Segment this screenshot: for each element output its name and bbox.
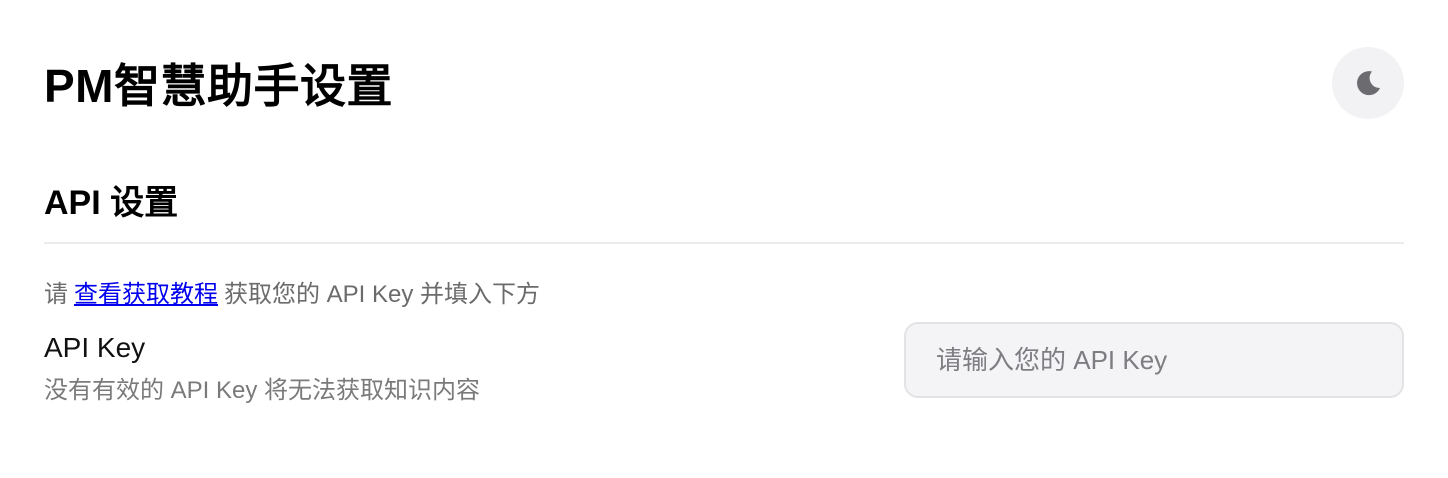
settings-page: PM智慧助手设置 API 设置 请查看获取教程 获取您的 API Key 并填入下…: [0, 0, 1448, 478]
hint-prefix: 请: [44, 281, 68, 308]
moon-icon: [1357, 71, 1380, 96]
api-key-field-row: API Key 没有有效的 API Key 将无法获取知识内容: [44, 322, 1404, 406]
api-key-description: 没有有效的 API Key 将无法获取知识内容: [44, 377, 481, 404]
api-key-label: API Key: [44, 332, 146, 363]
api-key-field-text: API Key 没有有效的 API Key 将无法获取知识内容: [44, 330, 480, 406]
section-title: API 设置: [44, 184, 179, 222]
tutorial-link[interactable]: 查看获取教程: [74, 281, 218, 308]
section-divider: [44, 242, 1404, 244]
api-settings-section: API 设置 请查看获取教程 获取您的 API Key 并填入下方 API Key…: [44, 164, 1404, 406]
hint-suffix: 获取您的 API Key 并填入下方: [224, 281, 541, 308]
api-key-input[interactable]: [904, 322, 1404, 398]
page-title: PM智慧助手设置: [44, 60, 393, 112]
api-key-hint: 请查看获取教程 获取您的 API Key 并填入下方: [44, 280, 1404, 310]
theme-toggle-button[interactable]: [1332, 47, 1404, 119]
header: PM智慧助手设置: [44, 0, 1404, 166]
